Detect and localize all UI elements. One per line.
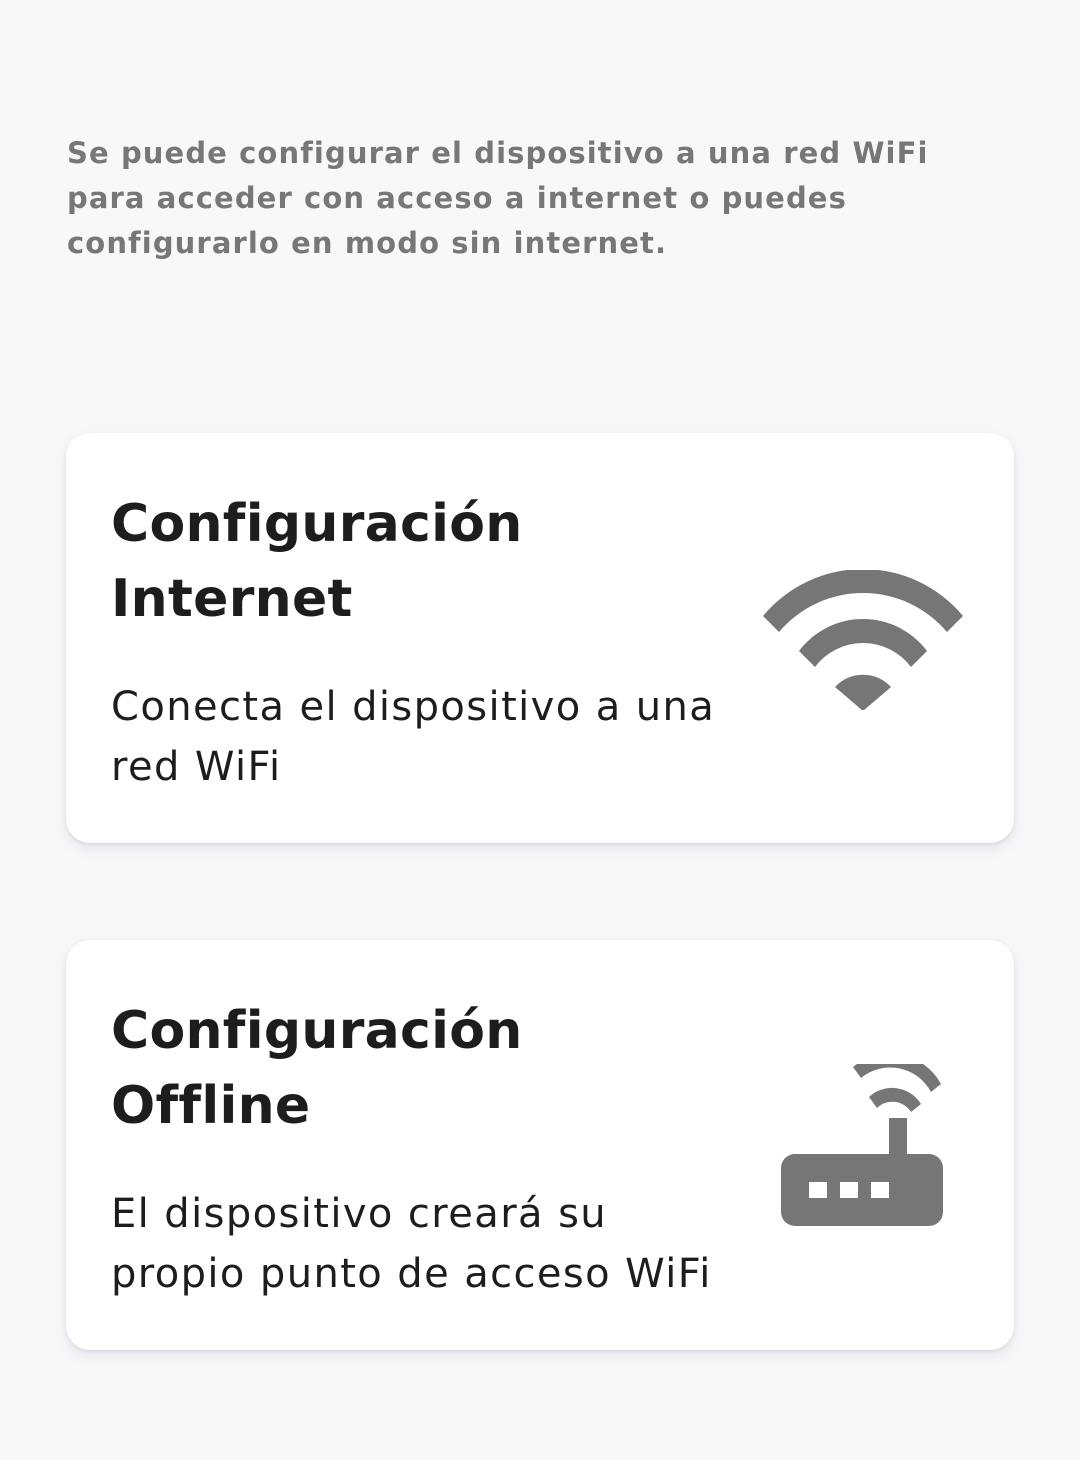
internet-config-card[interactable]: Configuración Internet Conecta el dispos… <box>66 433 1014 843</box>
internet-config-title: Configuración Internet <box>111 487 671 637</box>
internet-config-title-line1: Configuración <box>111 494 523 554</box>
internet-config-description: Conecta el dispositivo a una red WiFi <box>111 684 716 790</box>
wifi-icon <box>763 570 963 710</box>
router-icon <box>781 1064 943 1226</box>
offline-config-card[interactable]: Configuración Offline El dispositivo cre… <box>66 940 1014 1350</box>
intro-text: Se puede configurar el dispositivo a una… <box>67 136 929 260</box>
offline-config-title-line1: Configuración <box>111 1001 523 1061</box>
offline-config-title: Configuración Offline <box>111 994 671 1144</box>
offline-config-title-line2: Offline <box>111 1076 311 1136</box>
offline-config-description: El dispositivo creará su propio punto de… <box>111 1191 712 1297</box>
internet-config-title-line2: Internet <box>111 569 353 629</box>
